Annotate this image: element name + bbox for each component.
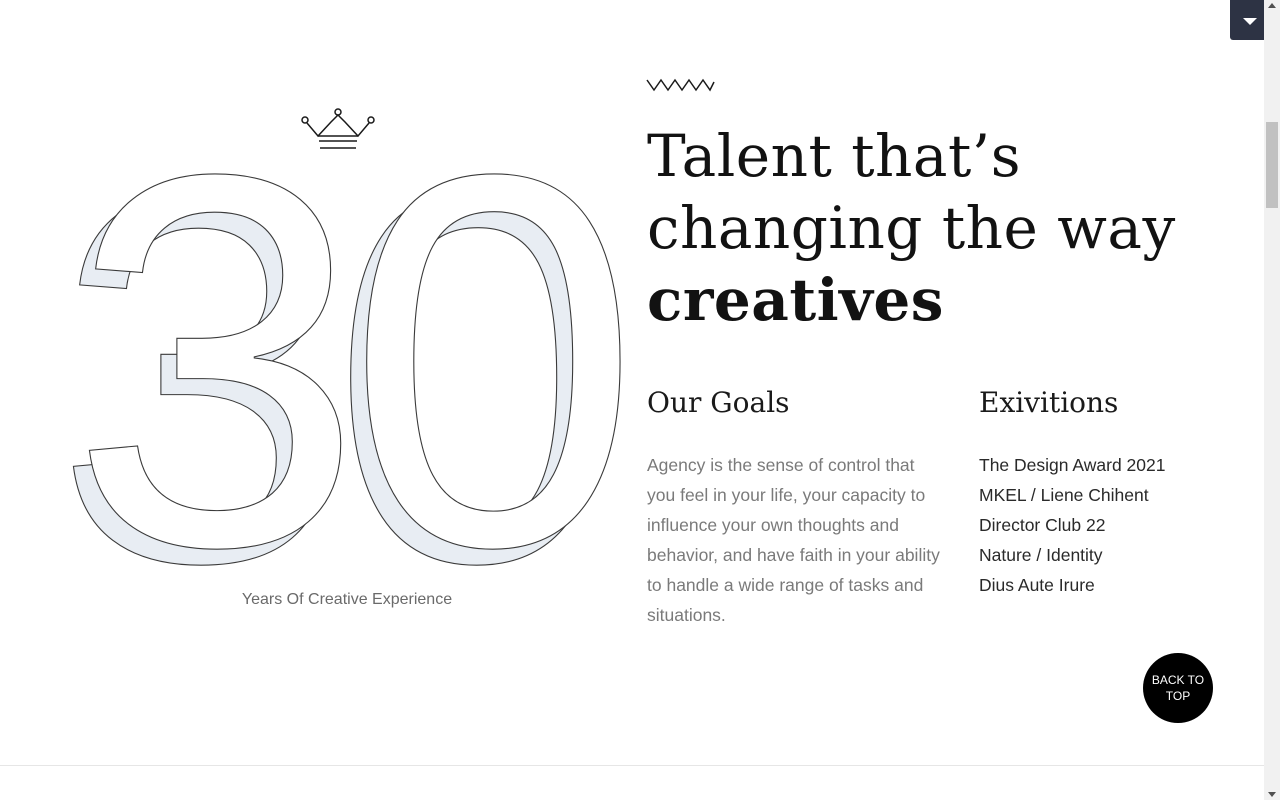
list-item: Director Club 22: [979, 515, 1106, 535]
goals-text: Agency is the sense of control that you …: [647, 455, 940, 625]
back-to-top-button[interactable]: BACK TO TOP: [1143, 653, 1213, 723]
list-item: Dius Aute Irure: [979, 575, 1095, 595]
page: 30 30 Years Of Creative Experience Talen…: [0, 0, 1270, 800]
stat-number-front: 30: [69, 160, 627, 590]
headline-line-2: changing the way: [647, 194, 1176, 262]
exhibitions-list: The Design Award 2021 MKEL / Liene Chihe…: [979, 450, 1165, 600]
crown-icon: [301, 108, 375, 149]
back-to-top-label: BACK TO TOP: [1151, 673, 1205, 703]
section-divider: [0, 765, 1264, 766]
headline-line-1: Talent that’s: [647, 122, 1021, 190]
zigzag-icon: [646, 78, 715, 92]
list-item: Nature / Identity: [979, 545, 1103, 565]
headline-line-3: creatives: [647, 266, 944, 334]
stat-caption: Years Of Creative Experience: [241, 591, 453, 608]
scrollbar-thumb[interactable]: [1266, 122, 1278, 208]
list-item: The Design Award 2021: [979, 455, 1166, 475]
scroll-up-icon[interactable]: [1268, 3, 1276, 8]
stat-number: 30 30: [60, 160, 640, 590]
scrollbar[interactable]: [1264, 0, 1280, 800]
list-item: MKEL / Liene Chihent: [979, 485, 1149, 505]
scroll-down-icon[interactable]: [1268, 792, 1276, 797]
goals-heading: Our Goals: [647, 386, 790, 419]
exhibitions-heading: Exivitions: [979, 386, 1119, 419]
page-title: Talent that’s changing the way creatives: [647, 120, 1247, 336]
chevron-down-icon: [1243, 17, 1257, 25]
